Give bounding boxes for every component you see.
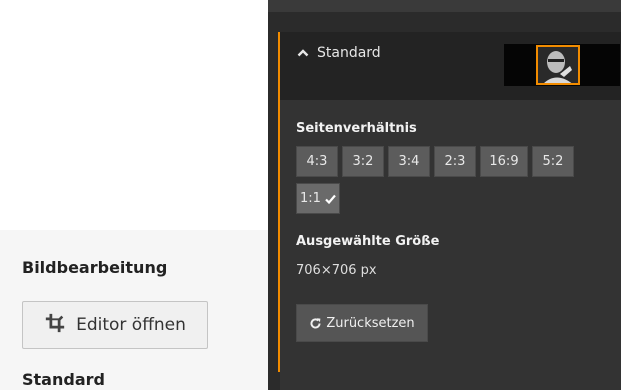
ratio-button-1-1[interactable]: 1:1 [296,183,340,214]
chevron-up-icon [297,49,309,57]
ratio-button-4-3[interactable]: 4:3 [296,146,338,177]
section-title: Bildbearbeitung [22,258,168,277]
crop-variant-label: Standard [22,370,105,389]
crop-variant-toggle[interactable]: Standard [297,45,381,61]
open-editor-button[interactable]: Editor öffnen [22,301,208,349]
open-editor-label: Editor öffnen [76,315,186,335]
refresh-icon [310,317,321,328]
reset-button[interactable]: Zurücksetzen [296,304,428,342]
crop-icon [44,312,66,339]
ratio-label: 3:2 [352,154,374,169]
ratio-label: 3:4 [398,154,420,169]
panel-top-bar [268,0,621,12]
ratio-label: 4:3 [306,154,328,169]
crop-options-area: Seitenverhältnis 4:3 3:2 3:4 2:3 16:9 5:… [280,100,621,390]
ratio-button-3-4[interactable]: 3:4 [388,146,430,177]
reset-label: Zurücksetzen [326,315,415,331]
crop-settings-panel: Standard Seitenverhältnis 4:3 3:2 3:4 2:… [268,0,621,390]
ratio-button-3-2[interactable]: 3:2 [342,146,384,177]
ratio-button-16-9[interactable]: 16:9 [480,146,528,177]
crop-variant-header[interactable]: Standard [280,32,621,100]
ratio-label: 5:2 [542,154,564,169]
crop-area-frame [536,45,580,85]
selected-size-value: 706×706 px [296,263,377,278]
ratio-button-5-2[interactable]: 5:2 [532,146,574,177]
ratio-label: 16:9 [489,154,519,169]
check-icon [325,194,336,204]
ratio-label: 1:1 [300,191,321,206]
selected-size-label: Ausgewählte Größe [296,234,440,249]
aspect-ratio-label: Seitenverhältnis [296,121,417,136]
crop-variant-title: Standard [317,45,381,61]
ratio-button-2-3[interactable]: 2:3 [434,146,476,177]
crop-preview-thumbnail [504,44,620,86]
ratio-label: 2:3 [444,154,466,169]
